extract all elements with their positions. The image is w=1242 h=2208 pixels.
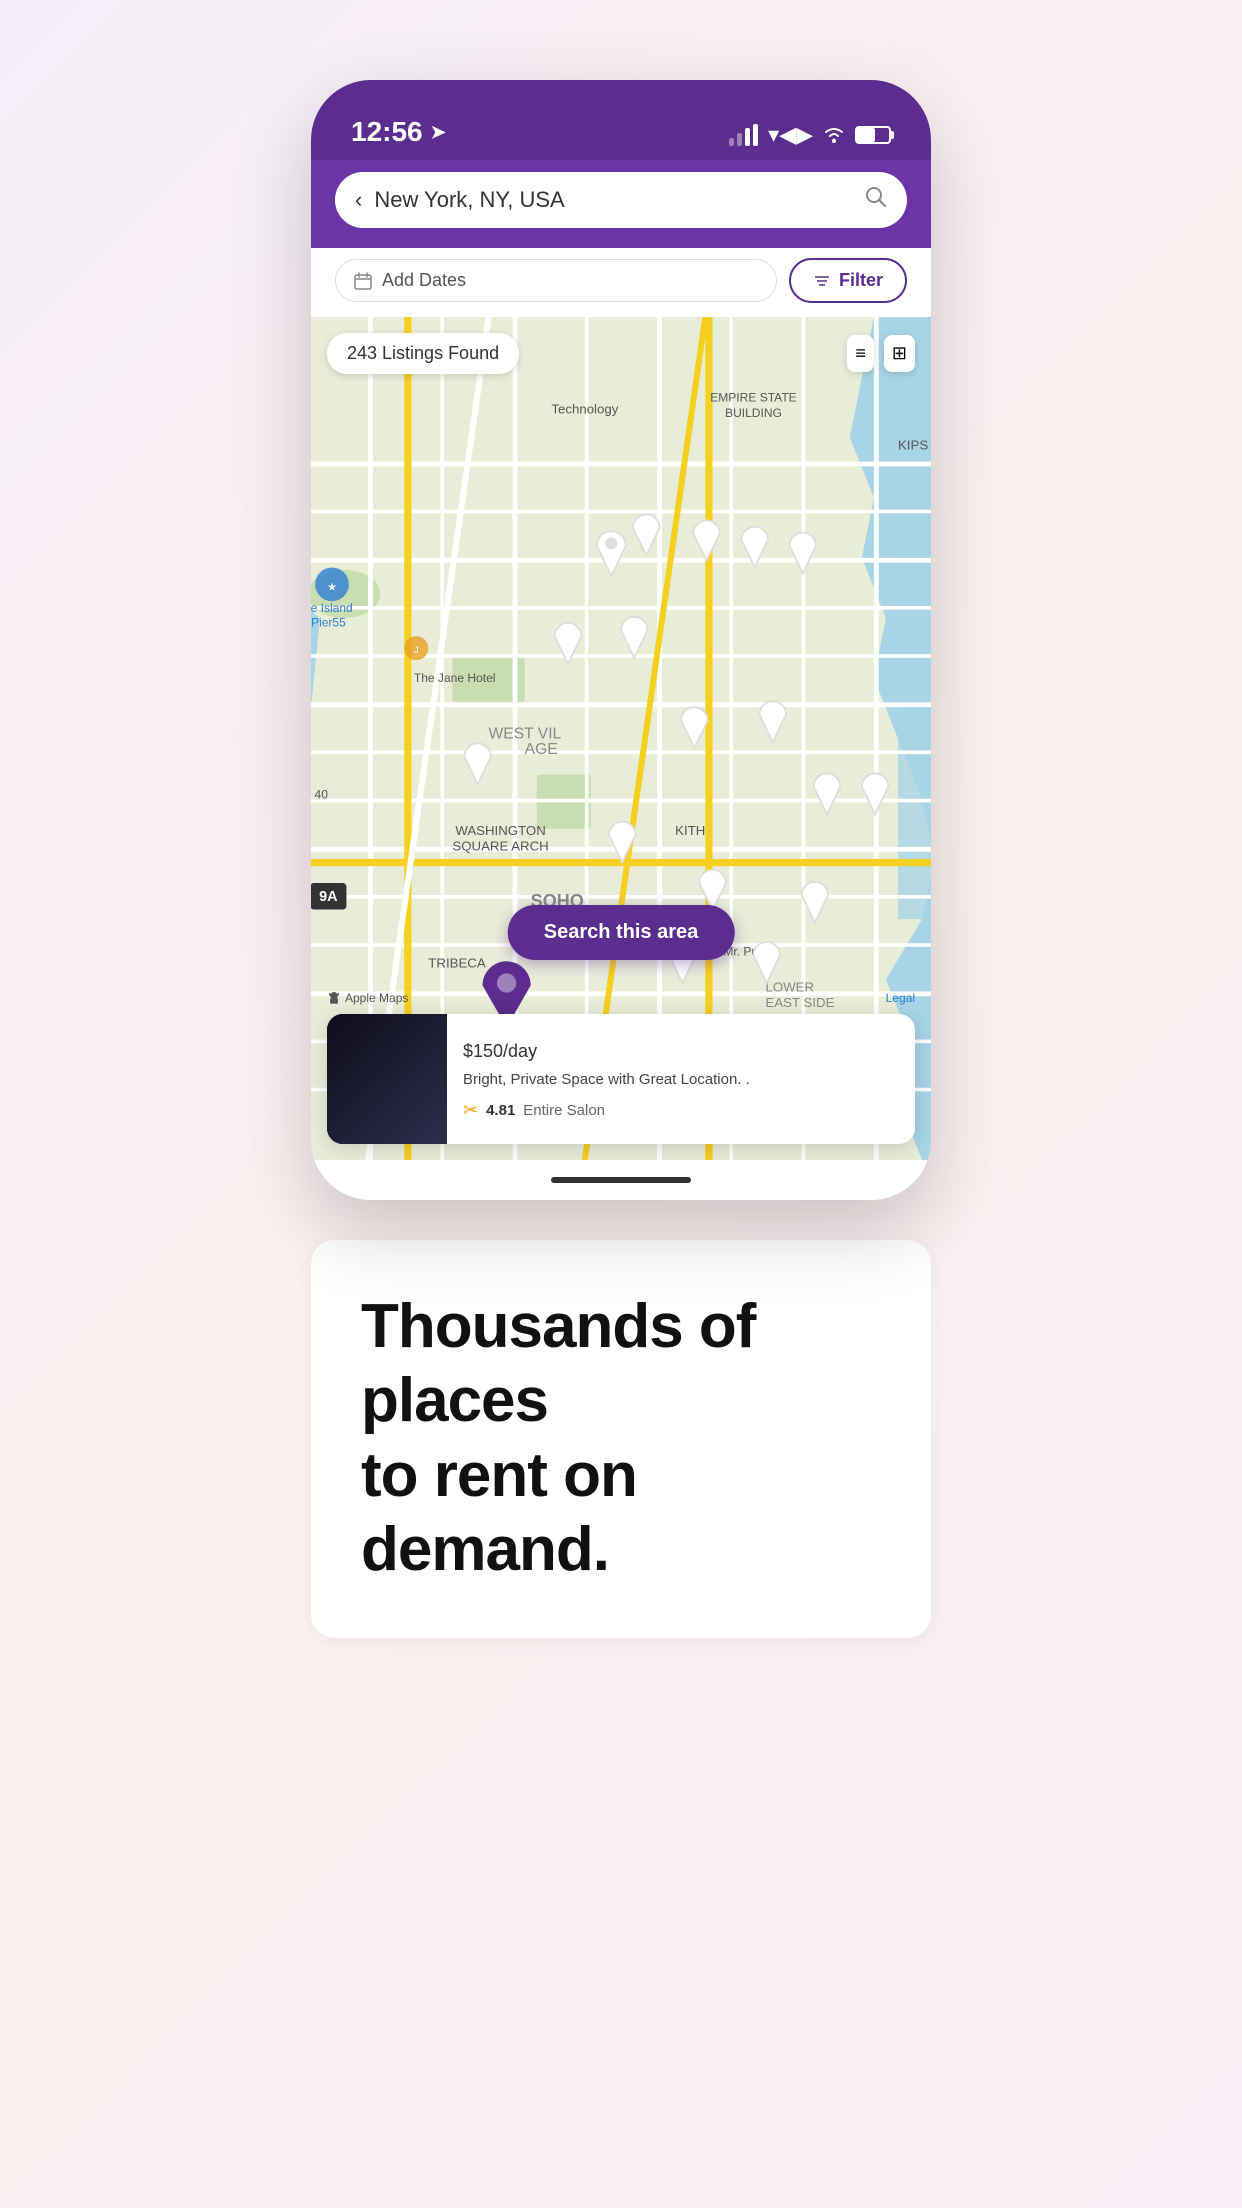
calendar-icon: [354, 272, 372, 290]
svg-text:KITH: KITH: [675, 823, 705, 838]
svg-text:Pier 40: Pier 40: [311, 788, 328, 802]
home-bar: [551, 1177, 691, 1183]
signal-bars-icon: [729, 124, 758, 146]
search-icon[interactable]: [865, 186, 887, 214]
search-bar[interactable]: ‹ New York, NY, USA: [335, 172, 907, 228]
add-dates-button[interactable]: Add Dates: [335, 259, 777, 302]
svg-text:SQUARE ARCH: SQUARE ARCH: [452, 838, 548, 853]
status-bar: 12:56 ➤ ▾◀▶: [311, 80, 931, 160]
svg-text:The Jane Hotel: The Jane Hotel: [414, 671, 496, 685]
listing-image-bg: [327, 1014, 447, 1144]
svg-text:WEST VIL: WEST VIL: [489, 726, 562, 743]
grid-view-icon[interactable]: ⊞: [884, 335, 915, 372]
price-unit: /day: [503, 1041, 537, 1061]
wifi-icon-svg: [823, 126, 845, 144]
phone-frame: 12:56 ➤ ▾◀▶ ‹ New York,: [311, 80, 931, 1200]
listing-info: $150/day Bright, Private Space with Grea…: [447, 1023, 915, 1135]
apple-maps-text: Apple Maps: [345, 991, 408, 1005]
back-button[interactable]: ‹: [355, 187, 362, 213]
listing-card[interactable]: $150/day Bright, Private Space with Grea…: [327, 1014, 915, 1144]
filter-row: Add Dates Filter: [311, 248, 931, 317]
signal-bar-4: [753, 124, 758, 146]
person-icon: ✂: [463, 1100, 478, 1121]
search-area-button[interactable]: Search this area: [508, 905, 735, 960]
list-view-icon[interactable]: ≡: [847, 335, 874, 372]
listing-meta: ✂ 4.81 Entire Salon: [463, 1100, 899, 1121]
headline-line1: Thousands of places: [361, 1292, 755, 1435]
svg-text:TRIBECA: TRIBECA: [428, 955, 486, 970]
listing-title: Bright, Private Space with Great Locatio…: [463, 1069, 899, 1090]
svg-text:KIPS BAY: KIPS BAY: [898, 437, 931, 452]
svg-text:9A: 9A: [319, 889, 338, 905]
svg-text:AGE: AGE: [525, 741, 558, 758]
svg-text:EMPIRE STATE: EMPIRE STATE: [710, 390, 796, 404]
location-icon: ➤: [431, 122, 446, 143]
time-display: 12:56: [351, 116, 423, 148]
svg-text:Technology: Technology: [551, 401, 618, 416]
signal-bar-3: [745, 128, 750, 146]
status-icons: ▾◀▶: [729, 122, 891, 148]
search-bar-container: ‹ New York, NY, USA: [311, 160, 931, 248]
battery-fill: [857, 128, 875, 142]
svg-text:EAST SIDE: EAST SIDE: [766, 995, 835, 1010]
search-input[interactable]: New York, NY, USA: [374, 187, 853, 213]
apple-maps-attribution: Apple Maps: [327, 991, 408, 1005]
listings-bar: 243 Listings Found ≡ ⊞: [327, 333, 915, 374]
listing-rating: 4.81: [486, 1102, 515, 1119]
listings-count: 243 Listings Found: [327, 333, 519, 374]
svg-text:J: J: [414, 645, 419, 656]
signal-bar-1: [729, 138, 734, 146]
headline: Thousands of places to rent on demand.: [361, 1290, 881, 1588]
svg-text:Little Island: Little Island: [311, 601, 353, 615]
svg-text:BUILDING: BUILDING: [725, 406, 782, 420]
legal-link[interactable]: Legal: [886, 991, 915, 1005]
map-area[interactable]: Technology EMPIRE STATE BUILDING KIPS BA…: [311, 317, 931, 1160]
bottom-text-section: Thousands of places to rent on demand.: [311, 1240, 931, 1638]
svg-text:WASHINGTON: WASHINGTON: [455, 823, 545, 838]
listing-price: $150/day: [463, 1037, 899, 1063]
signal-bar-2: [737, 133, 742, 146]
svg-text:@Pier55: @Pier55: [311, 616, 346, 630]
add-dates-label: Add Dates: [382, 270, 466, 291]
price-amount: $150: [463, 1041, 503, 1061]
apple-icon: [327, 991, 341, 1005]
home-indicator: [311, 1160, 931, 1200]
svg-text:LOWER: LOWER: [766, 979, 815, 994]
listing-image: [327, 1014, 447, 1144]
wifi-icon: ▾◀▶: [768, 122, 813, 148]
view-toggle: ≡ ⊞: [847, 335, 915, 372]
svg-text:★: ★: [327, 581, 337, 593]
listing-type: Entire Salon: [523, 1102, 605, 1119]
filter-button[interactable]: Filter: [789, 258, 907, 303]
listing-card-container: $150/day Bright, Private Space with Grea…: [311, 1014, 931, 1160]
filter-icon: [813, 272, 831, 290]
filter-label: Filter: [839, 270, 883, 291]
status-time: 12:56 ➤: [351, 116, 446, 148]
battery-icon: [855, 126, 891, 144]
headline-line2: to rent on demand.: [361, 1441, 637, 1584]
